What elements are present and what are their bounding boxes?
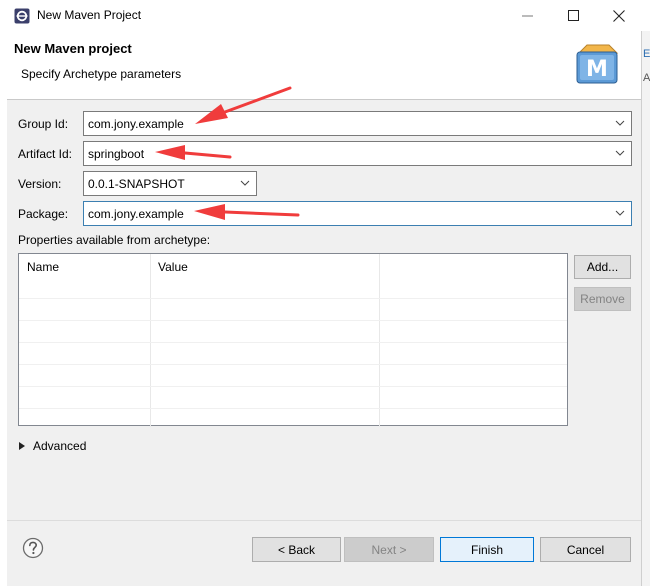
back-button[interactable]: < Back xyxy=(252,537,341,562)
group-id-label: Group Id: xyxy=(18,117,69,131)
package-value: com.jony.example xyxy=(88,206,184,221)
table-row-divider xyxy=(19,408,567,409)
table-row-divider xyxy=(19,386,567,387)
background-window-glyph: A xyxy=(643,72,650,84)
table-row-divider xyxy=(19,298,567,299)
version-combo[interactable]: 0.0.1-SNAPSHOT xyxy=(83,171,257,196)
artifact-id-combo[interactable]: springboot xyxy=(83,141,632,166)
window-title: New Maven Project xyxy=(37,8,142,22)
remove-property-button[interactable]: Remove xyxy=(574,287,631,311)
eclipse-app-icon xyxy=(14,8,30,24)
minimize-icon xyxy=(521,15,533,17)
maven-logo-letter: M xyxy=(586,57,608,82)
table-row-divider xyxy=(19,320,567,321)
column-header-value[interactable]: Value xyxy=(150,254,379,280)
add-property-button[interactable]: Add... xyxy=(574,255,631,279)
table-row-divider xyxy=(19,342,567,343)
help-icon[interactable] xyxy=(22,537,44,559)
version-value: 0.0.1-SNAPSHOT xyxy=(88,176,185,191)
column-divider xyxy=(379,254,380,427)
group-id-value: com.jony.example xyxy=(88,116,184,131)
artifact-id-label: Artifact Id: xyxy=(18,147,73,161)
close-button[interactable] xyxy=(596,0,642,31)
artifact-id-value: springboot xyxy=(88,146,145,161)
advanced-section-toggle[interactable]: Advanced xyxy=(18,439,86,453)
table-row-divider xyxy=(19,364,567,365)
package-label: Package: xyxy=(18,207,69,221)
chevron-down-icon xyxy=(240,180,250,186)
finish-button[interactable]: Finish xyxy=(440,537,534,562)
package-combo[interactable]: com.jony.example xyxy=(83,201,632,226)
advanced-label: Advanced xyxy=(33,439,87,453)
column-header-name[interactable]: Name xyxy=(19,254,150,280)
chevron-down-icon xyxy=(615,120,625,126)
wizard-subtitle: Specify Archetype parameters xyxy=(21,67,182,81)
chevron-down-icon xyxy=(615,210,625,216)
group-id-combo[interactable]: com.jony.example xyxy=(83,111,632,136)
close-icon xyxy=(613,9,625,22)
version-label: Version: xyxy=(18,177,62,191)
background-window-edge xyxy=(641,31,650,586)
properties-table[interactable]: Name Value xyxy=(18,253,568,427)
column-divider xyxy=(150,254,151,427)
chevron-right-icon xyxy=(19,442,25,450)
properties-label: Properties available from archetype: xyxy=(18,233,211,247)
maximize-icon xyxy=(567,10,579,21)
wizard-title: New Maven project xyxy=(14,41,132,56)
maven-logo-icon: M xyxy=(576,44,619,84)
chevron-down-icon xyxy=(615,150,625,156)
minimize-button[interactable] xyxy=(504,0,550,31)
background-window-glyph: E xyxy=(643,48,650,60)
maximize-button[interactable] xyxy=(550,0,596,31)
next-button[interactable]: Next > xyxy=(344,537,434,562)
cancel-button[interactable]: Cancel xyxy=(540,537,631,562)
